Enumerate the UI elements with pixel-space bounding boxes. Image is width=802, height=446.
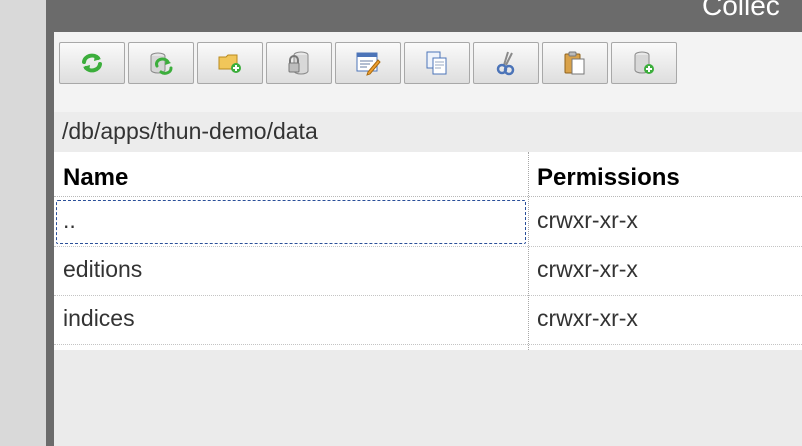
row-focus-indicator bbox=[56, 200, 526, 244]
left-gutter bbox=[0, 0, 46, 446]
paste-button[interactable] bbox=[542, 42, 608, 84]
resource-grid: Name Permissions .. crwxr-xr-x editions … bbox=[54, 152, 802, 378]
row-permissions: crwxr-xr-x bbox=[537, 256, 638, 282]
title-bar: Collec bbox=[46, 0, 802, 32]
database-add-icon bbox=[634, 51, 654, 74]
row-name: editions bbox=[63, 256, 143, 282]
row-permissions: crwxr-xr-x bbox=[537, 207, 638, 233]
new-collection-button[interactable] bbox=[197, 42, 263, 84]
cut-button[interactable] bbox=[473, 42, 539, 84]
permissions-button[interactable] bbox=[266, 42, 332, 84]
collection-browser-panel: /db/apps/thun-demo/data Name Permissions… bbox=[54, 32, 802, 446]
toolbar bbox=[54, 32, 802, 112]
column-header-name[interactable]: Name bbox=[63, 164, 128, 192]
row-permissions: crwxr-xr-x bbox=[537, 305, 638, 331]
copy-icon bbox=[426, 51, 447, 75]
copy-button[interactable] bbox=[404, 42, 470, 84]
current-path-bar: /db/apps/thun-demo/data bbox=[54, 112, 802, 152]
table-row[interactable]: .. crwxr-xr-x bbox=[54, 198, 802, 247]
paste-clipboard-icon bbox=[564, 51, 585, 75]
refresh-button[interactable] bbox=[59, 42, 125, 84]
database-refresh-icon bbox=[150, 52, 173, 75]
properties-button[interactable] bbox=[335, 42, 401, 84]
row-name: indices bbox=[63, 305, 135, 331]
current-path: /db/apps/thun-demo/data bbox=[62, 118, 318, 144]
folder-add-icon bbox=[218, 54, 241, 73]
table-row[interactable]: editions crwxr-xr-x bbox=[54, 247, 802, 296]
grid-empty-area bbox=[54, 350, 802, 446]
scissors-icon bbox=[496, 51, 515, 76]
column-header-permissions[interactable]: Permissions bbox=[537, 164, 680, 192]
lock-db-icon bbox=[288, 51, 309, 75]
upload-button[interactable] bbox=[611, 42, 677, 84]
table-row[interactable]: indices crwxr-xr-x bbox=[54, 296, 802, 345]
window-title: Collec bbox=[702, 0, 780, 21]
row-name: .. bbox=[63, 207, 76, 233]
column-divider[interactable] bbox=[528, 152, 529, 378]
refresh-database-button[interactable] bbox=[128, 42, 194, 84]
edit-properties-icon bbox=[356, 52, 381, 76]
grid-header: Name Permissions bbox=[54, 152, 802, 197]
refresh-arrows-icon bbox=[82, 53, 102, 73]
